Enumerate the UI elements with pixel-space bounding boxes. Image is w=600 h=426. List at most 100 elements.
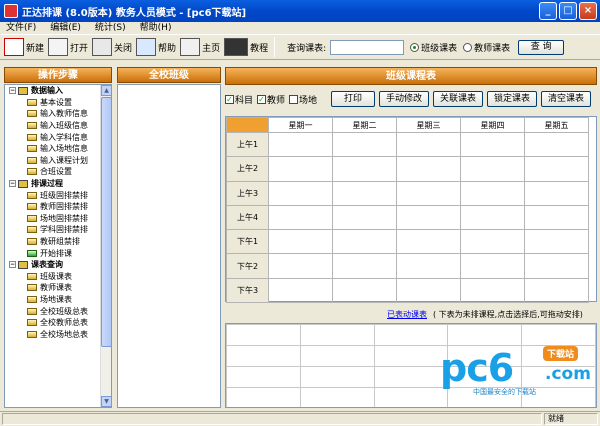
close-window-button[interactable]: ×	[579, 2, 597, 20]
maximize-button[interactable]: □	[559, 2, 577, 20]
timetable-cell[interactable]	[332, 204, 397, 231]
timetable-cell[interactable]	[460, 156, 525, 182]
tree-group[interactable]: − 课表查询	[5, 259, 101, 271]
home-button[interactable]: 主页	[180, 36, 220, 58]
unscheduled-cell[interactable]	[299, 324, 375, 346]
timetable-cell[interactable]	[332, 253, 397, 279]
search-input[interactable]	[330, 39, 405, 55]
checkbox-subject[interactable]: ✓ 科目	[225, 93, 253, 106]
timetable-cell[interactable]	[524, 204, 589, 231]
menu-help[interactable]: 帮助(H)	[140, 22, 172, 34]
timetable-cell[interactable]	[396, 253, 461, 279]
timetable-cell[interactable]	[332, 131, 397, 158]
timetable-cell[interactable]	[268, 253, 333, 279]
new-button[interactable]: 新建	[4, 36, 44, 58]
print-button[interactable]: 打印	[331, 91, 376, 107]
close-button[interactable]: 关闭	[92, 36, 132, 58]
checkbox-teacher[interactable]: ✓ 教师	[257, 93, 285, 106]
tree-item[interactable]: 全校场地总表	[5, 328, 101, 340]
tree-item[interactable]: 全校教师总表	[5, 317, 101, 329]
timetable-cell[interactable]	[332, 180, 397, 206]
help-button[interactable]: 帮助	[136, 36, 176, 58]
tree-item[interactable]: 输入教师信息	[5, 108, 101, 120]
collapse-icon[interactable]: −	[9, 261, 16, 269]
unscheduled-cell[interactable]	[226, 345, 301, 367]
tree-item[interactable]: 输入班级信息	[5, 120, 101, 132]
query-button[interactable]: 查 询	[518, 39, 565, 55]
timetable-cell[interactable]	[460, 204, 525, 231]
tree-item[interactable]: 场地课表	[5, 294, 101, 306]
timetable-cell[interactable]	[524, 277, 589, 304]
timetable-cell[interactable]	[460, 229, 525, 255]
lock-schedule-button[interactable]: 锁定课表	[487, 91, 538, 107]
timetable-cell[interactable]	[268, 131, 333, 158]
radio-teacher-schedule[interactable]: 教师课表	[463, 41, 510, 54]
timetable-cell[interactable]	[460, 253, 525, 279]
radio-class-schedule[interactable]: 班级课表	[410, 41, 457, 54]
timetable-cell[interactable]	[268, 204, 333, 231]
unscheduled-cell[interactable]	[299, 366, 375, 388]
timetable-cell[interactable]	[396, 204, 461, 231]
tree-item[interactable]: 输入课程计划	[5, 155, 101, 167]
classes-list-panel[interactable]	[117, 84, 221, 408]
timetable-cell[interactable]	[332, 156, 397, 182]
unscheduled-cell[interactable]	[447, 324, 523, 346]
scroll-down-icon[interactable]: ▼	[101, 396, 111, 407]
tutorial-button[interactable]: 教程	[224, 36, 268, 58]
timetable-cell[interactable]	[524, 253, 589, 279]
tree-item[interactable]: 班级课表	[5, 271, 101, 283]
tree-item[interactable]: 全校班级总表	[5, 305, 101, 317]
moved-schedule-link[interactable]: 已表动课表	[387, 309, 427, 320]
unscheduled-cell[interactable]	[299, 345, 375, 367]
timetable-cell[interactable]	[524, 180, 589, 206]
collapse-icon[interactable]: −	[9, 87, 16, 95]
menu-stats[interactable]: 统计(S)	[95, 22, 126, 34]
timetable-cell[interactable]	[268, 156, 333, 182]
timetable-cell[interactable]	[396, 131, 461, 158]
tree-item[interactable]: 学科固排禁排	[5, 224, 101, 236]
timetable-cell[interactable]	[524, 156, 589, 182]
unscheduled-cell[interactable]	[226, 387, 301, 407]
open-button[interactable]: 打开	[48, 36, 88, 58]
linked-schedule-button[interactable]: 关联课表	[433, 91, 484, 107]
unscheduled-cell[interactable]	[299, 387, 375, 407]
timetable-cell[interactable]	[460, 180, 525, 206]
tree-group[interactable]: − 数据输入	[5, 85, 101, 97]
minimize-button[interactable]: _	[539, 2, 557, 20]
scroll-up-icon[interactable]: ▲	[101, 85, 111, 96]
manual-edit-button[interactable]: 手动修改	[379, 91, 430, 107]
timetable-cell[interactable]	[396, 277, 461, 304]
timetable-cell[interactable]	[524, 229, 589, 255]
timetable-cell[interactable]	[268, 229, 333, 255]
timetable-cell[interactable]	[396, 180, 461, 206]
tree-scrollbar[interactable]: ▲ ▼	[100, 85, 111, 407]
timetable-cell[interactable]	[268, 180, 333, 206]
menu-file[interactable]: 文件(F)	[6, 22, 36, 34]
tree-item[interactable]: 场地固排禁排	[5, 213, 101, 225]
unscheduled-cell[interactable]	[521, 324, 596, 346]
unscheduled-cell[interactable]	[373, 324, 449, 346]
tree-item[interactable]: 教师固排禁排	[5, 201, 101, 213]
timetable-cell[interactable]	[460, 131, 525, 158]
scroll-thumb[interactable]	[101, 97, 111, 347]
tree-item[interactable]: 基本设置	[5, 97, 101, 109]
timetable-cell[interactable]	[332, 229, 397, 255]
tree-item[interactable]: 教研组禁排	[5, 236, 101, 248]
unscheduled-cell[interactable]	[226, 366, 301, 388]
timetable-cell[interactable]	[332, 277, 397, 304]
tree-item[interactable]: 合班设置	[5, 166, 101, 178]
tree-item[interactable]: 开始排课	[5, 247, 101, 259]
tree-item[interactable]: 教师课表	[5, 282, 101, 294]
timetable-cell[interactable]	[460, 277, 525, 304]
tree-item[interactable]: 班级固排禁排	[5, 189, 101, 201]
tree-item[interactable]: 输入场地信息	[5, 143, 101, 155]
tree-item[interactable]: 输入学科信息	[5, 131, 101, 143]
timetable-cell[interactable]	[396, 229, 461, 255]
timetable-cell[interactable]	[268, 277, 333, 304]
clear-schedule-button[interactable]: 清空课表	[541, 91, 592, 107]
timetable-cell[interactable]	[524, 131, 589, 158]
menu-edit[interactable]: 编辑(E)	[50, 22, 81, 34]
unscheduled-cell[interactable]	[226, 324, 301, 346]
collapse-icon[interactable]: −	[9, 180, 16, 188]
tree-group[interactable]: − 排课过程	[5, 178, 101, 190]
